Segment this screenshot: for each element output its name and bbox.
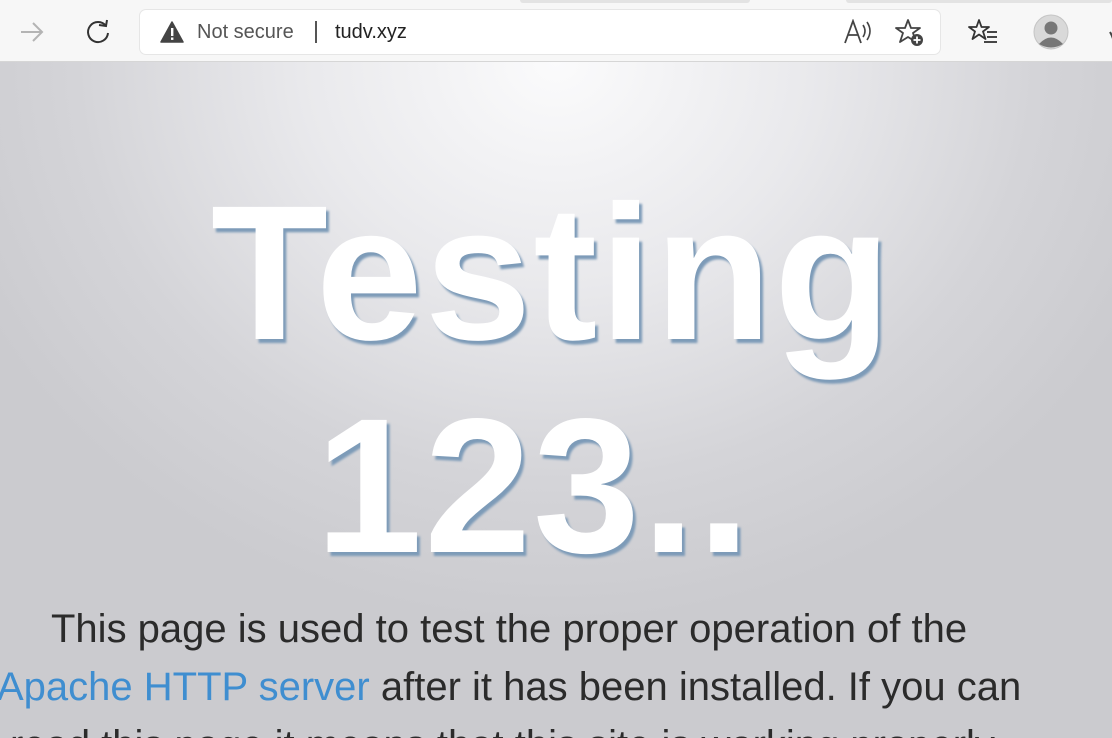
heading-line-2: 123.. bbox=[315, 378, 753, 593]
profile-button[interactable] bbox=[1033, 14, 1069, 50]
tab-strip-edge bbox=[846, 0, 1112, 3]
warning-icon[interactable] bbox=[160, 21, 184, 43]
read-aloud-icon[interactable] bbox=[843, 19, 873, 45]
paragraph-line-2-text: after it has been installed. If you can bbox=[369, 665, 1022, 709]
url-text[interactable]: tudv.xyz bbox=[335, 21, 407, 43]
paragraph-line-1: This page is used to test the proper ope… bbox=[51, 607, 968, 651]
overflow-menu-icon[interactable] bbox=[1100, 21, 1112, 43]
refresh-button[interactable] bbox=[80, 14, 116, 50]
refresh-icon bbox=[87, 19, 109, 44]
heading-line-1: Testing bbox=[210, 165, 894, 380]
address-bar[interactable]: Not secure tudv.xyz bbox=[140, 10, 940, 54]
tab-strip-edge bbox=[520, 0, 750, 3]
profile-avatar-icon bbox=[1033, 14, 1069, 50]
forward-button[interactable] bbox=[14, 14, 50, 50]
paragraph-line-3: read this page it means that this site i… bbox=[10, 716, 1003, 738]
apache-link[interactable]: Apache HTTP server bbox=[0, 665, 370, 709]
security-status-label[interactable]: Not secure bbox=[197, 21, 294, 43]
address-separator bbox=[315, 21, 317, 43]
favorites-button[interactable] bbox=[965, 14, 1001, 50]
paragraph-line-2: Apache HTTP server after it has been ins… bbox=[0, 658, 1021, 716]
star-plus-icon[interactable] bbox=[895, 18, 925, 48]
arrow-right-icon bbox=[21, 22, 44, 42]
browser-toolbar: Not secure tudv.xyz bbox=[0, 0, 1112, 62]
page-content: Testing 123.. This page is used to test … bbox=[0, 62, 1112, 738]
favorites-list-icon bbox=[968, 19, 997, 43]
